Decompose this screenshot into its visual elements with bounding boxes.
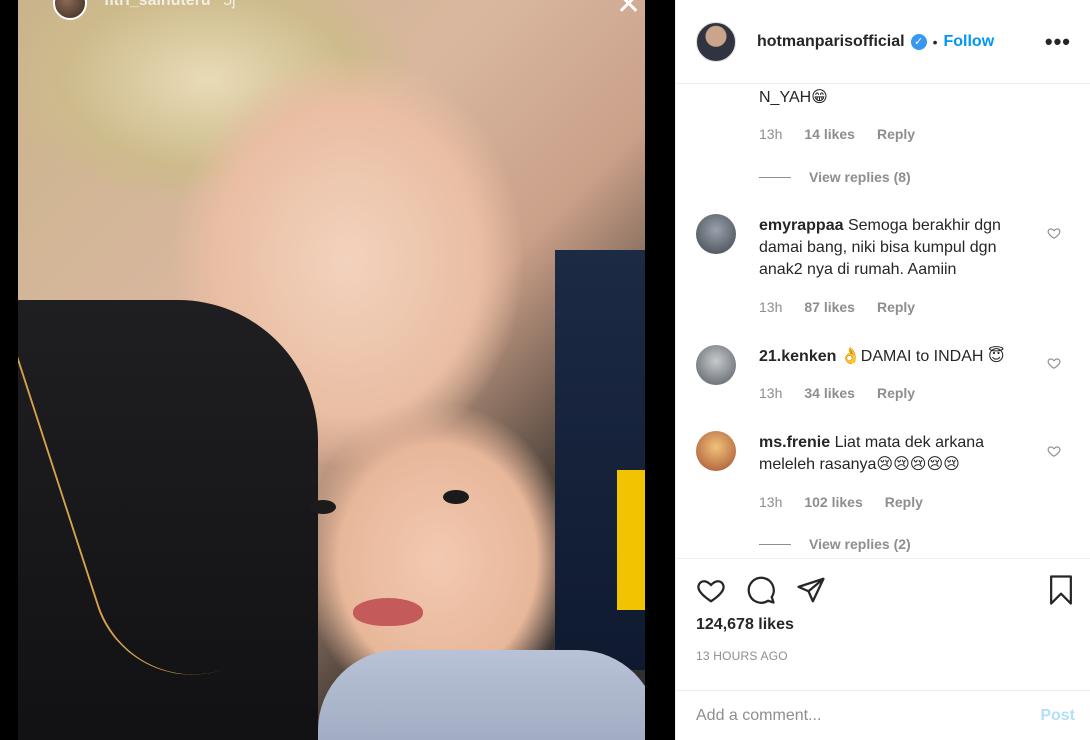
comment-meta: 13h 34 likes Reply [759,385,915,401]
post-sidebar: hotmanparisofficial ✓ • Follow ••• _ _ _… [675,0,1090,740]
view-replies-button[interactable]: View replies (2) [759,536,911,552]
follow-button[interactable]: Follow [943,33,994,51]
separator-dot: • [932,33,938,50]
photo-baby-shirt [318,650,645,740]
view-replies-line [759,176,791,178]
view-replies-label: View replies (2) [809,536,911,552]
story-username-text: fitri_salhuteru [104,0,211,9]
comment-body: emyrappaa Semoga berakhir dgn damai bang… [759,215,1034,281]
comment-username[interactable]: emyrappaa [759,217,844,234]
author-avatar[interactable] [696,21,736,62]
post-media[interactable]: fitri_salhuteru 5j ✕ [0,0,675,740]
comment-time[interactable]: 13h [759,494,782,510]
comment-like-heart-icon[interactable] [1047,226,1061,240]
comment-username[interactable]: 21.kenken [759,348,836,365]
post-photo: fitri_salhuteru 5j ✕ [18,0,645,740]
comment-body: 21.kenken 👌DAMAI to INDAH 😇 [759,346,1034,368]
close-icon[interactable]: ✕ [616,0,641,20]
comment-bubble-icon[interactable] [746,575,776,610]
photo-baby-eye-left [310,500,336,514]
comment-username[interactable]: ms.frenie [759,434,830,451]
post-timestamp[interactable]: 13 HOURS AGO [696,649,788,663]
comment-avatar[interactable] [696,214,736,254]
more-options-icon[interactable]: ••• [1045,29,1071,55]
post-header: hotmanparisofficial ✓ • Follow ••• [676,0,1090,84]
photo-baby-mouth [353,598,423,626]
comment-body: ms.frenie Liat mata dek arkana meleleh r… [759,432,1034,476]
author-username[interactable]: hotmanparisofficial [757,33,905,51]
photo-baby-eye-right [443,490,469,504]
view-replies-label: View replies (8) [809,169,911,185]
photo-yellow-stripe [617,470,645,610]
verified-badge-icon: ✓ [910,33,927,50]
comment-reply-button[interactable]: Reply [877,385,915,401]
comment-composer: Post [676,690,1090,740]
story-username: fitri_salhuteru 5j [104,0,236,10]
comment-avatar[interactable] [696,345,736,385]
comment-likes[interactable]: 34 likes [804,385,855,401]
comment-text: 👌DAMAI to INDAH 😇 [840,348,1005,365]
comment-time[interactable]: 13h [759,385,782,401]
comment-text: N_YAH😁 [759,89,828,106]
comment-likes[interactable]: 87 likes [804,299,855,315]
comment-reply-button[interactable]: Reply [885,494,923,510]
comment-time[interactable]: 13h [759,126,782,142]
comment-reply-button[interactable]: Reply [877,299,915,315]
likes-count[interactable]: 124,678 likes [696,616,794,634]
comments-list[interactable]: _ _ _ _ _ _ _ _ _ _ _ _ _ N_YAH😁 13h 14 … [676,84,1090,558]
comment-meta: 13h 87 likes Reply [759,299,915,315]
story-timestamp: 5j [223,0,236,9]
post-actions: 124,678 likes 13 HOURS AGO [676,558,1090,690]
story-avatar [53,0,87,20]
comment-likes[interactable]: 14 likes [804,126,855,142]
view-replies-button[interactable]: View replies (8) [759,169,911,185]
save-bookmark-icon[interactable] [1046,574,1076,611]
view-replies-line [759,543,791,545]
like-heart-icon[interactable] [696,575,726,610]
add-comment-input[interactable] [696,706,1041,725]
comment-like-heart-icon[interactable] [1047,444,1061,458]
comment-avatar[interactable] [696,431,736,471]
share-paper-plane-icon[interactable] [796,575,826,610]
comment-likes[interactable]: 102 likes [804,494,862,510]
comment-time[interactable]: 13h [759,299,782,315]
comment-meta: 13h 14 likes Reply [759,126,915,142]
comment-like-heart-icon[interactable] [1047,356,1061,370]
post-comment-button[interactable]: Post [1040,707,1075,725]
comment-meta: 13h 102 likes Reply [759,494,923,510]
comment-reply-button[interactable]: Reply [877,126,915,142]
